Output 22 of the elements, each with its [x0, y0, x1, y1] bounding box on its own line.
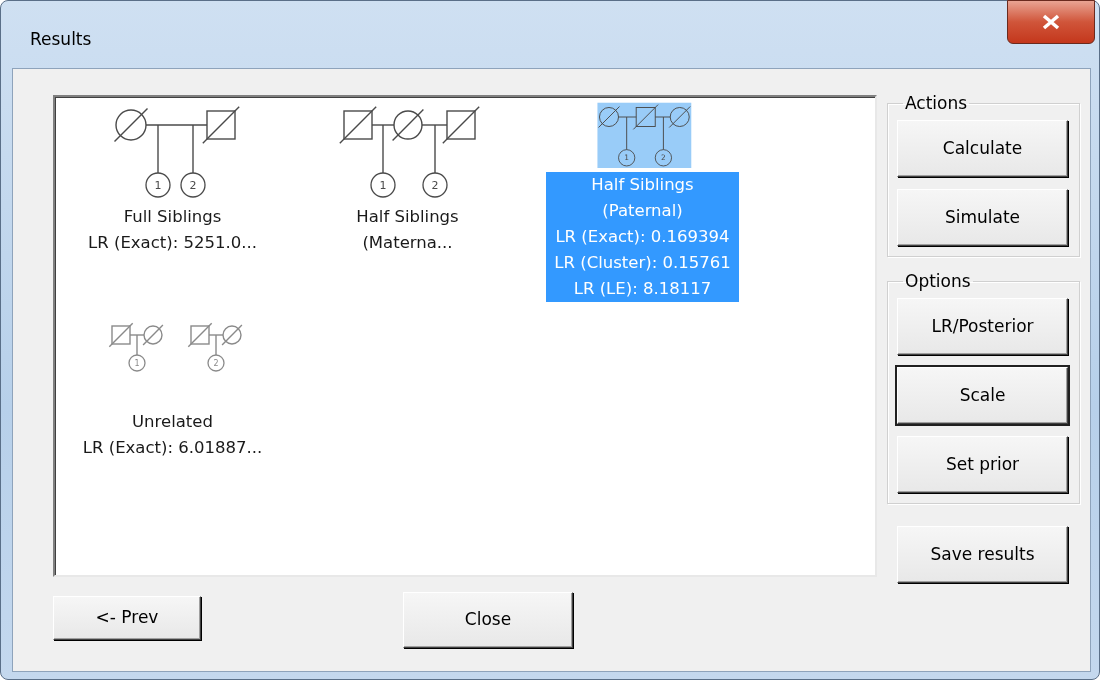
close-icon	[1041, 14, 1061, 30]
close-dialog-button[interactable]: Close	[403, 592, 573, 648]
result-label[interactable]: Full Siblings LR (Exact): 5251.0...	[80, 204, 265, 256]
window-title: Results	[30, 28, 92, 51]
child-number: 1	[154, 178, 161, 192]
child-number: 2	[212, 358, 219, 368]
scale-button[interactable]: Scale	[897, 367, 1068, 424]
result-label[interactable]: Unrelated LR (Exact): 6.01887...	[74, 409, 271, 461]
group-title: Actions	[904, 95, 969, 112]
set-prior-button[interactable]: Set prior	[897, 436, 1068, 493]
calculate-button[interactable]: Calculate	[897, 120, 1068, 177]
child-number: 2	[189, 178, 196, 192]
group-title: Options	[904, 273, 972, 290]
child-number: 1	[379, 178, 386, 192]
prev-button[interactable]: <- Prev	[53, 596, 201, 640]
child-number: 1	[133, 358, 140, 368]
close-button[interactable]	[1007, 0, 1095, 44]
lr-posterior-button[interactable]: LR/Posterior	[897, 298, 1068, 355]
save-results-button[interactable]: Save results	[897, 526, 1068, 583]
simulate-button[interactable]: Simulate	[897, 189, 1068, 246]
result-label[interactable]: Half Siblings (Materna...	[348, 204, 467, 256]
child-number: 2	[431, 178, 438, 192]
